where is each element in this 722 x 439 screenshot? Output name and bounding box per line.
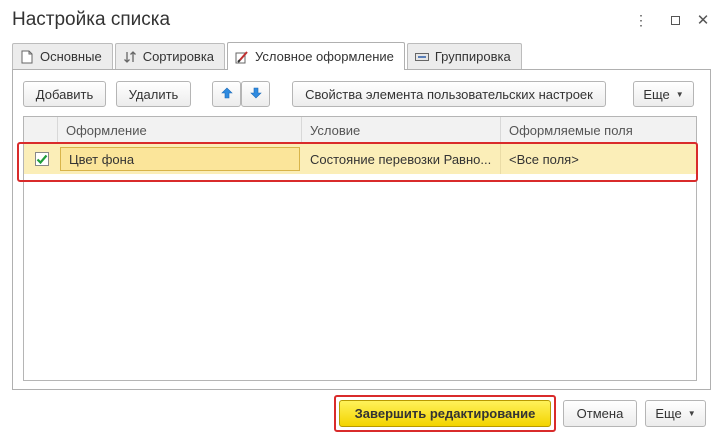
tab-label: Сортировка — [142, 49, 215, 64]
row-checkbox[interactable] — [35, 152, 49, 166]
more-label: Еще — [655, 406, 682, 421]
arrow-up-icon — [220, 87, 233, 102]
footer-more-button[interactable]: Еще ▼ — [645, 400, 706, 427]
finish-editing-button[interactable]: Завершить редактирование — [339, 400, 551, 427]
column-header-appearance[interactable]: Оформление — [58, 117, 302, 143]
tab-label: Условное оформление — [255, 49, 394, 64]
item-properties-button[interactable]: Свойства элемента пользовательских настр… — [292, 81, 606, 107]
table-row[interactable]: Цвет фона Состояние перевозки Равно... <… — [24, 144, 696, 174]
sort-icon — [123, 50, 137, 64]
checkmark-icon — [36, 154, 48, 165]
delete-button[interactable]: Удалить — [116, 81, 191, 107]
more-label: Еще — [643, 86, 670, 102]
table-header: Оформление Условие Оформляемые поля — [24, 117, 696, 144]
move-down-button[interactable] — [241, 81, 270, 107]
more-options-icon[interactable]: ⋮ — [631, 10, 651, 30]
tab-conditional-formatting[interactable]: Условное оформление — [227, 42, 405, 70]
add-button[interactable]: Добавить — [23, 81, 106, 107]
formatting-table: Оформление Условие Оформляемые поля Цвет… — [23, 116, 697, 381]
cell-fields[interactable]: <Все поля> — [501, 144, 696, 174]
tab-main[interactable]: Основные — [12, 43, 113, 69]
move-up-button[interactable] — [212, 81, 241, 107]
tab-sorting[interactable]: Сортировка — [114, 43, 226, 69]
column-header-fields[interactable]: Оформляемые поля — [501, 117, 696, 143]
tab-grouping[interactable]: Группировка — [406, 43, 522, 69]
brush-icon — [235, 50, 249, 64]
tab-label: Основные — [40, 49, 102, 64]
column-header-condition[interactable]: Условие — [302, 117, 501, 143]
tab-panel: Добавить Удалить Свойства элемента польз… — [12, 69, 711, 390]
cell-condition[interactable]: Состояние перевозки Равно... — [302, 144, 501, 174]
document-icon — [20, 50, 34, 64]
caret-down-icon: ▼ — [687, 409, 696, 418]
grouping-icon — [414, 50, 429, 64]
tab-bar: Основные Сортировка Условное оформление … — [12, 42, 524, 70]
cell-appearance[interactable]: Цвет фона — [60, 147, 300, 171]
cancel-button[interactable]: Отмена — [563, 400, 637, 427]
maximize-icon[interactable] — [665, 10, 685, 30]
window-title: Настройка списка — [12, 9, 171, 30]
arrow-down-icon — [249, 87, 262, 102]
more-button[interactable]: Еще ▼ — [633, 81, 694, 107]
column-header-check — [24, 117, 58, 143]
caret-down-icon: ▼ — [675, 89, 684, 99]
close-icon[interactable]: ✕ — [693, 10, 713, 30]
tab-label: Группировка — [434, 49, 511, 64]
